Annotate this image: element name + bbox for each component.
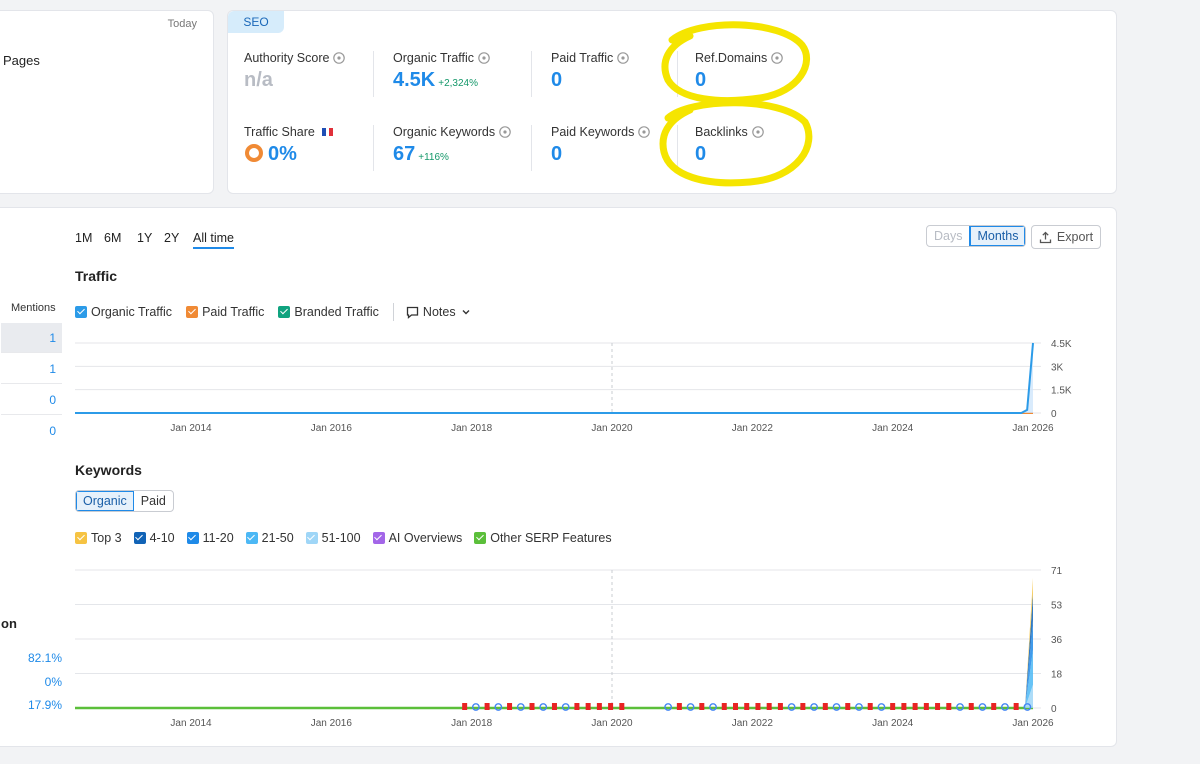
event-marker[interactable] xyxy=(744,703,750,710)
event-marker[interactable] xyxy=(462,703,468,710)
seo-card: SEO Authority Score n/a Organic Traffic … xyxy=(227,10,1117,194)
organic-traffic-delta: +2,324% xyxy=(438,78,479,89)
x-tick-label: Jan 2018 xyxy=(451,718,493,729)
event-marker[interactable] xyxy=(529,703,535,710)
event-marker[interactable] xyxy=(596,703,602,710)
event-marker[interactable] xyxy=(732,703,738,710)
divider xyxy=(531,125,532,171)
x-tick-label: Jan 2014 xyxy=(170,718,212,729)
ref-domains-value[interactable]: 0 xyxy=(695,69,845,92)
paid-traffic-metric[interactable]: Paid Traffic 0 xyxy=(551,51,701,92)
event-marker[interactable] xyxy=(721,703,727,710)
organic-traffic-value[interactable]: 4.5K xyxy=(393,69,435,91)
traffic-share-donut-icon xyxy=(245,144,263,162)
info-icon[interactable] xyxy=(771,52,784,64)
y-tick-label: 0 xyxy=(1051,704,1057,715)
event-marker[interactable] xyxy=(968,703,974,710)
info-icon[interactable] xyxy=(617,52,630,64)
organic-traffic-label: Organic Traffic xyxy=(393,51,475,65)
event-marker[interactable] xyxy=(619,703,625,710)
y-tick-label: 71 xyxy=(1051,566,1063,577)
event-marker[interactable] xyxy=(777,703,783,710)
event-marker[interactable] xyxy=(1013,703,1019,710)
event-marker[interactable] xyxy=(901,703,907,710)
event-marker[interactable] xyxy=(923,703,929,710)
authority-score-label: Authority Score xyxy=(244,51,330,65)
left-card: Today Pages xyxy=(0,10,214,194)
event-marker[interactable] xyxy=(890,703,896,710)
organic-keywords-value[interactable]: 67 xyxy=(393,143,415,165)
today-label: Today xyxy=(167,18,197,30)
paid-keywords-value[interactable]: 0 xyxy=(551,143,701,166)
seo-tab[interactable]: SEO xyxy=(228,11,284,33)
info-icon[interactable] xyxy=(638,126,651,138)
x-tick-label: Jan 2022 xyxy=(732,718,774,729)
info-icon[interactable] xyxy=(751,126,764,138)
divider xyxy=(677,51,678,97)
paid-keywords-label: Paid Keywords xyxy=(551,125,635,139)
y-tick-label: 36 xyxy=(1051,635,1063,646)
france-flag-icon xyxy=(321,128,333,136)
event-marker[interactable] xyxy=(755,703,761,710)
traffic-share-value: 0% xyxy=(268,143,297,165)
backlinks-label: Backlinks xyxy=(695,125,748,139)
paid-keywords-metric[interactable]: Paid Keywords 0 xyxy=(551,125,701,166)
event-marker[interactable] xyxy=(484,703,490,710)
traffic-share-label: Traffic Share xyxy=(244,125,315,139)
keywords-chart: 0 18 36 53 71 Jan 2014 Jan 2016 Jan 2018 Jan 202… xyxy=(75,566,1063,729)
paid-traffic-value[interactable]: 0 xyxy=(551,69,701,92)
info-icon[interactable] xyxy=(333,52,346,64)
event-marker[interactable] xyxy=(676,703,682,710)
info-icon[interactable] xyxy=(478,52,490,64)
event-marker[interactable] xyxy=(699,703,705,710)
organic-keywords-label: Organic Keywords xyxy=(393,125,496,139)
paid-traffic-label: Paid Traffic xyxy=(551,51,614,65)
divider xyxy=(677,125,678,171)
event-marker[interactable] xyxy=(551,703,557,710)
authority-score-metric[interactable]: Authority Score n/a xyxy=(244,51,394,92)
ref-domains-metric[interactable]: Ref.Domains 0 xyxy=(695,51,845,92)
event-marker[interactable] xyxy=(912,703,918,710)
event-marker[interactable] xyxy=(991,703,997,710)
organic-keywords-delta: +116% xyxy=(418,152,449,163)
x-tick-label: Jan 2024 xyxy=(872,718,914,729)
event-marker[interactable] xyxy=(507,703,513,710)
x-tick-label: Jan 2026 xyxy=(1012,718,1054,729)
divider xyxy=(373,51,374,97)
organic-traffic-metric[interactable]: Organic Traffic 4.5K +2,324% xyxy=(393,51,543,92)
event-marker[interactable] xyxy=(822,703,828,710)
event-marker[interactable] xyxy=(867,703,873,710)
divider xyxy=(373,125,374,171)
info-icon[interactable] xyxy=(499,126,511,138)
event-marker[interactable] xyxy=(608,703,614,710)
backlinks-value[interactable]: 0 xyxy=(695,143,845,166)
event-marker[interactable] xyxy=(845,703,851,710)
organic-keywords-metric[interactable]: Organic Keywords 67 +116% xyxy=(393,125,543,166)
event-marker[interactable] xyxy=(585,703,591,710)
y-tick-label: 18 xyxy=(1051,670,1063,681)
event-marker[interactable] xyxy=(946,703,952,710)
traffic-share-metric[interactable]: Traffic Share 0% xyxy=(244,125,394,166)
ref-domains-label: Ref.Domains xyxy=(695,51,768,65)
backlinks-metric[interactable]: Backlinks 0 xyxy=(695,125,845,166)
pages-label: Pages xyxy=(3,53,40,68)
authority-score-value: n/a xyxy=(244,69,273,91)
event-marker[interactable] xyxy=(574,703,580,710)
main-card: 1M 6M 1Y 2Y All time Days Months Export … xyxy=(0,207,1117,747)
y-tick-label: 53 xyxy=(1051,601,1063,612)
event-marker[interactable] xyxy=(935,703,941,710)
event-marker[interactable] xyxy=(766,703,772,710)
event-marker[interactable] xyxy=(800,703,806,710)
divider xyxy=(531,51,532,97)
x-tick-label: Jan 2016 xyxy=(311,718,353,729)
x-tick-label: Jan 2020 xyxy=(591,718,633,729)
